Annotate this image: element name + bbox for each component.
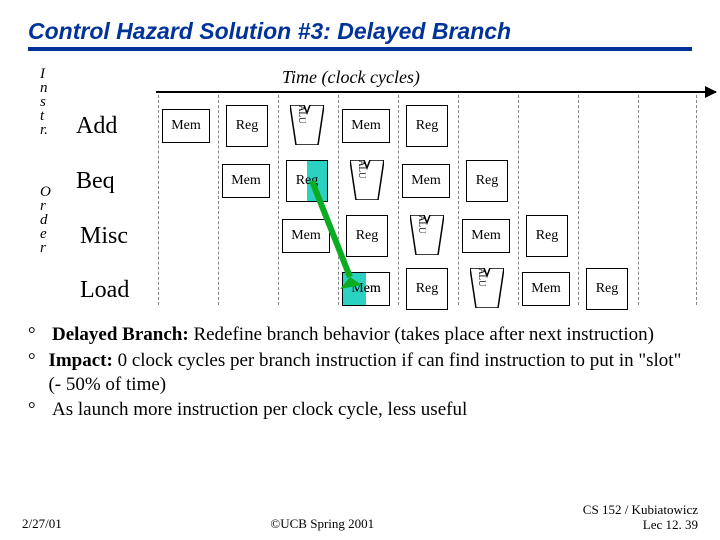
stage-mem: Mem [402,164,450,198]
vlabel-instr: Instr. [40,67,48,137]
footer-date: 2/27/01 [22,516,62,532]
slide-footer: 2/27/01 ©UCB Spring 2001 CS 152 / Kubiat… [0,503,720,532]
tick [458,95,459,305]
tick [218,95,219,305]
instr-load: Load [80,277,129,304]
stage-reg: Reg [526,215,568,257]
bullet-item: °As launch more instruction per clock cy… [28,398,692,422]
bullet-list: °Delayed Branch: Redefine branch behavio… [28,323,692,422]
stage-mem: Mem [282,219,330,253]
vlabel-order: Order [40,185,51,255]
page-title: Control Hazard Solution #3: Delayed Bran… [28,18,692,45]
stage-reg: Reg [226,105,268,147]
stage-mem: Mem [462,219,510,253]
tick [696,95,697,305]
stage-mem: Mem [342,109,390,143]
stage-mem: Mem [522,272,570,306]
tick [638,95,639,305]
footer-center: ©UCB Spring 2001 [270,516,374,532]
pipeline-diagram: Instr. Order Add Beq Misc Load Time (clo… [28,65,692,315]
stage-alu: ALU [470,268,504,308]
time-label: Time (clock cycles) [282,67,420,88]
tick [518,95,519,305]
stage-reg: Reg [466,160,508,202]
stage-reg: Reg [346,215,388,257]
stage-mem: Mem [222,164,270,198]
tick [578,95,579,305]
title-rule [28,47,692,51]
stage-reg: Reg [406,268,448,310]
tick [278,95,279,305]
stage-mem-label: Mem [342,272,390,306]
stage-alu: ALU [410,215,444,255]
bullet-item: °Impact: 0 clock cycles per branch instr… [28,349,692,397]
stage-reg: Reg [586,268,628,310]
instr-misc: Misc [80,223,128,250]
stage-alu: ALU [290,105,324,145]
time-axis [156,91,716,93]
stage-reg-hl: Reg [286,160,328,202]
instr-beq: Beq [76,168,115,195]
tick [338,95,339,305]
stage-reg: Reg [406,105,448,147]
tick [398,95,399,305]
bullet-item: °Delayed Branch: Redefine branch behavio… [28,323,692,347]
stage-mem: Mem [162,109,210,143]
instr-add: Add [76,113,117,140]
stage-alu: ALU [350,160,384,200]
tick [158,95,159,305]
footer-right: CS 152 / KubiatowiczLec 12. 39 [583,503,698,532]
